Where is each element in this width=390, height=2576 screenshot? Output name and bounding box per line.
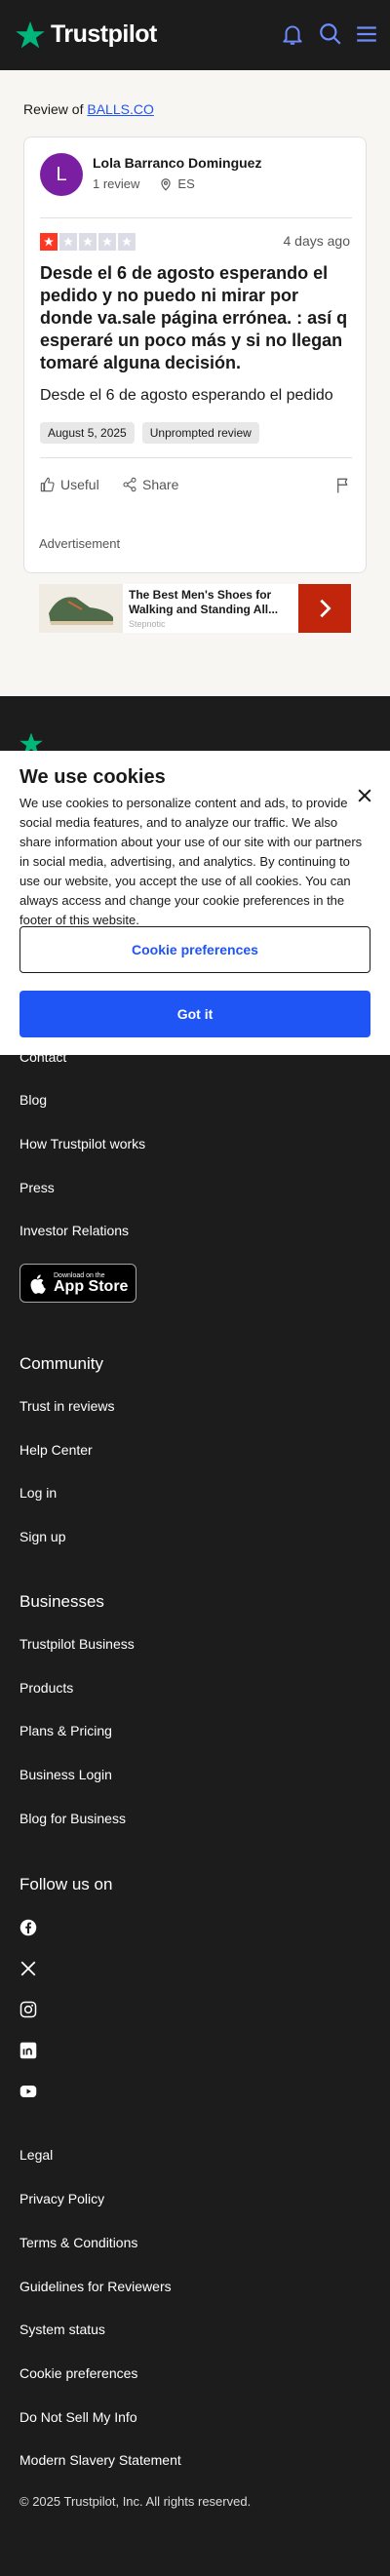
footer-link-investor-relations[interactable]: Investor Relations (20, 1223, 129, 1238)
cookie-consent-dialog: We use cookies We use cookies to persona… (0, 751, 390, 1055)
cookie-text: We use cookies to personalize content an… (20, 796, 363, 927)
share-button[interactable]: Share (122, 477, 178, 492)
useful-button[interactable]: Useful (40, 477, 99, 492)
footer-link-business-login[interactable]: Business Login (20, 1767, 112, 1782)
divider (40, 457, 352, 458)
review-date: 4 days ago (283, 233, 351, 249)
footer-link-help-center[interactable]: Help Center (20, 1442, 93, 1458)
footer-link-cookie-preferences[interactable]: Cookie preferences (20, 2365, 137, 2381)
ad-arrow-button[interactable] (298, 584, 351, 633)
user-name[interactable]: Lola Barranco Dominguez (93, 155, 261, 171)
company-link[interactable]: BALLS.CO (87, 101, 153, 117)
apple-icon (30, 1274, 46, 1294)
divider (40, 217, 352, 218)
footer-link-blog-for-business[interactable]: Blog for Business (20, 1811, 126, 1826)
share-icon (123, 477, 136, 492)
footer-link-press[interactable]: Press (20, 1180, 55, 1195)
footer-link-do-not-sell[interactable]: Do Not Sell My Info (20, 2409, 137, 2425)
report-button[interactable] (334, 477, 352, 494)
footer-link-how-trustpilot-works[interactable]: How Trustpilot works (20, 1136, 145, 1151)
footer-link-sign-up[interactable]: Sign up (20, 1529, 65, 1544)
site-header: Trustpilot (0, 0, 390, 70)
facebook-icon[interactable] (20, 1919, 37, 1936)
review-card: L Lola Barranco Dominguez 1 review ES 4 … (23, 137, 367, 573)
footer-link-guidelines-for-reviewers[interactable]: Guidelines for Reviewers (20, 2279, 172, 2294)
footer-link-system-status[interactable]: System status (20, 2322, 105, 2337)
user-meta: 1 review ES (93, 176, 195, 191)
avatar[interactable]: L (40, 153, 83, 196)
review-of-line: Review of BALLS.CO (23, 101, 154, 117)
review-body: Desde el 6 de agosto esperando el pedido (40, 387, 333, 404)
footer-link-log-in[interactable]: Log in (20, 1485, 57, 1501)
trustpilot-star-icon (16, 20, 45, 49)
star-icon (79, 233, 97, 251)
search-icon[interactable] (318, 21, 343, 47)
share-label: Share (142, 477, 179, 492)
copyright: © 2025 Trustpilot, Inc. All rights reser… (20, 2494, 252, 2509)
footer-link-privacy-policy[interactable]: Privacy Policy (20, 2191, 104, 2206)
youtube-icon[interactable] (20, 2083, 37, 2100)
useful-label: Useful (60, 477, 99, 492)
review-section: Review of BALLS.CO L Lola Barranco Domin… (0, 70, 390, 696)
review-count: 1 review (93, 176, 140, 191)
ad-title[interactable]: The Best Men's Shoes for Walking and Sta… (129, 588, 285, 617)
star-icon (40, 233, 58, 251)
trustpilot-logo[interactable]: Trustpilot (16, 20, 157, 49)
bell-icon[interactable] (280, 21, 305, 47)
chevron-right-icon (320, 599, 332, 618)
footer-link-terms-conditions[interactable]: Terms & Conditions (20, 2235, 137, 2250)
advertisement-label: Advertisement (39, 536, 121, 551)
star-icon (59, 233, 77, 251)
review-tags: August 5, 2025 Unprompted review (40, 422, 259, 444)
country-code: ES (177, 176, 195, 191)
ad-source: Stepnotic (129, 619, 166, 629)
cookie-preferences-button[interactable]: Cookie preferences (20, 926, 370, 973)
thumbs-up-icon (40, 477, 55, 492)
experience-date-tag: August 5, 2025 (40, 422, 135, 444)
cookie-title: We use cookies (20, 766, 166, 788)
got-it-button[interactable]: Got it (20, 991, 370, 1037)
footer-link-modern-slavery-statement[interactable]: Modern Slavery Statement (20, 2452, 181, 2468)
footer-link-trust-in-reviews[interactable]: Trust in reviews (20, 1398, 115, 1414)
footer-heading-follow: Follow us on (20, 1875, 113, 1893)
app-store-big-label: App Store (54, 1277, 129, 1295)
star-rating (40, 233, 136, 251)
star-icon (118, 233, 136, 251)
footer-heading-community: Community (20, 1354, 103, 1373)
star-icon (98, 233, 116, 251)
footer-heading-businesses: Businesses (20, 1592, 104, 1611)
footer-link-legal[interactable]: Legal (20, 2147, 53, 2163)
x-icon[interactable] (20, 1960, 37, 1977)
instagram-icon[interactable] (20, 2001, 37, 2018)
location-pin-icon (161, 177, 172, 191)
review-of-label: Review of (23, 101, 84, 117)
footer-link-products[interactable]: Products (20, 1680, 73, 1696)
linkedin-icon[interactable] (20, 2042, 37, 2059)
advertisement-banner[interactable]: The Best Men's Shoes for Walking and Sta… (39, 584, 351, 633)
ad-shoe-image[interactable] (39, 584, 123, 633)
footer-link-trustpilot-business[interactable]: Trustpilot Business (20, 1636, 135, 1652)
brand-name: Trustpilot (51, 20, 157, 48)
footer-link-blog[interactable]: Blog (20, 1092, 47, 1108)
flag-icon (337, 478, 348, 493)
footer-link-plans-pricing[interactable]: Plans & Pricing (20, 1723, 112, 1738)
app-store-badge[interactable]: Download on the App Store (20, 1264, 136, 1303)
menu-icon[interactable] (354, 21, 379, 47)
review-actions: Useful Share (40, 467, 352, 506)
review-title: Desde el 6 de agosto esperando el pedido… (40, 263, 348, 372)
unprompted-review-tag[interactable]: Unprompted review (141, 422, 259, 444)
